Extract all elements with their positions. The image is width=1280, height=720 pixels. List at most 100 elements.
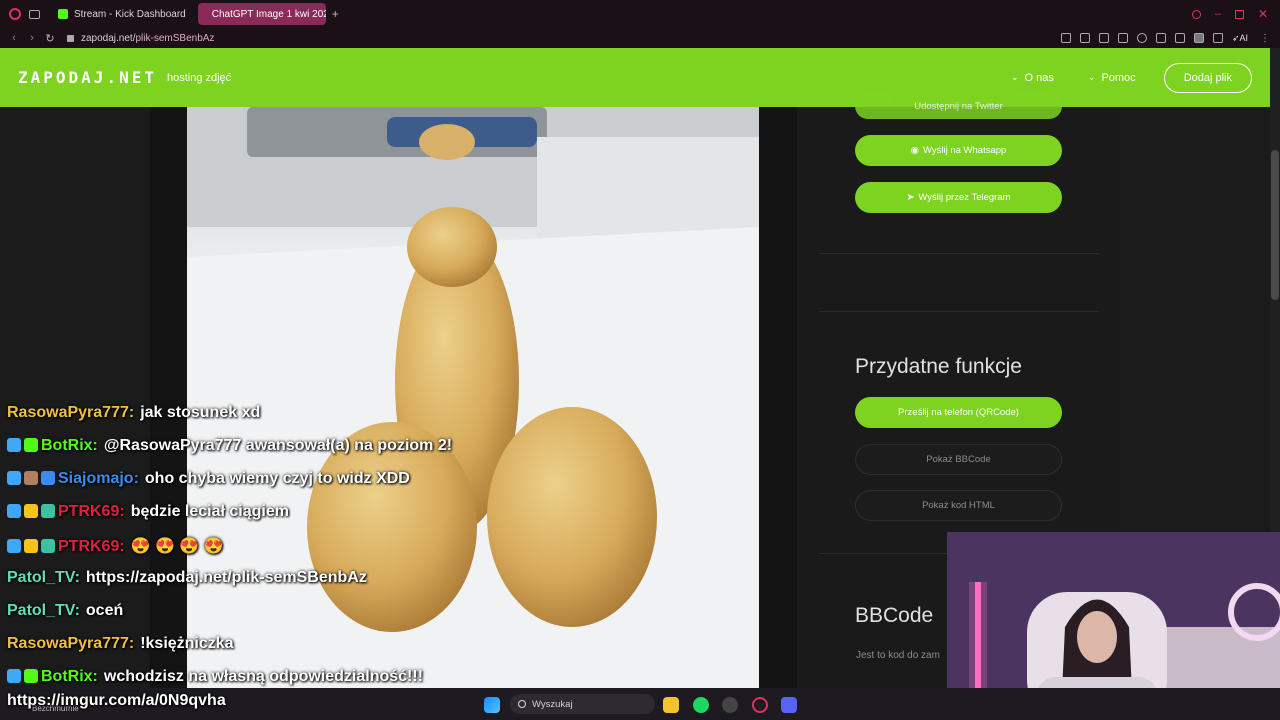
taskbar-search[interactable]: Wyszukaj [510,694,655,714]
chat-message: Patol_TV: https://zapodaj.net/plik-semSBe… [7,569,367,587]
chat-message: RasowaPyra777: jak stosunek xd [7,404,260,422]
kick-favicon-icon [58,9,68,19]
chat-message: BotRix: wchodzisz na własną odpowiedzialn… [7,668,423,686]
crown-badge-icon [24,504,38,518]
close-icon[interactable]: ✕ [1258,7,1268,21]
tab-kick-dashboard[interactable]: Stream - Kick Dashboard [50,3,194,25]
chat-text: wchodzisz na własną odpowiedzialność!!! [103,668,424,685]
reload-icon[interactable]: ↻ [41,32,59,45]
maximize-icon[interactable] [1234,9,1244,19]
telegram-icon: ➤ [906,192,915,203]
chat-text: https://zapodaj.net/plik-semSBenbAz [85,569,367,586]
chat-text: !księżniczka [140,635,234,652]
chat-message: RasowaPyra777: !księżniczka [7,635,234,653]
chat-message: PTRK69: 😍 😍 😍 😍 [7,536,224,556]
uploaded-photo[interactable] [187,107,759,688]
grid-badge-icon [41,539,55,553]
chevron-down-icon: ⌄ [1087,72,1096,82]
windows-start-icon[interactable] [484,697,500,713]
photo-illustration [187,107,759,688]
chat-text: 😍 😍 😍 😍 [130,538,224,555]
minimize-icon[interactable]: – [1215,8,1221,20]
chat-text: @RasowaPyra777 awansował(a) na poziom 2! [103,437,453,454]
share-whatsapp-button[interactable]: ◉ Wyślij na Whatsapp [855,135,1062,166]
nav-help[interactable]: ⌄ Pomoc [1088,72,1136,84]
ai-button[interactable]: ➶AI [1232,33,1248,44]
chat-message: BotRix: @RasowaPyra777 awansował(a) na po… [7,437,452,455]
site-logo[interactable]: ZAPODAJ.NET [18,68,157,87]
chat-text: jak stosunek xd [140,404,261,421]
chat-username: PTRK69: [58,503,125,520]
menu-icon[interactable]: ⋮ [1260,33,1270,44]
tab-label: Stream - Kick Dashboard [74,8,186,20]
browser-logo-icon[interactable] [9,8,21,20]
share-telegram-button[interactable]: ➤ Wyślij przez Telegram [855,182,1062,213]
tab-chatgpt-image[interactable]: ChatGPT Image 1 kwi 202 [197,3,326,25]
url-path: plik-semSBenbAz [135,32,215,44]
figure-badge-icon [24,471,38,485]
crown-badge-icon [24,539,38,553]
download-icon[interactable] [1212,33,1223,43]
sword-badge-icon [7,669,21,683]
chat-username: PTRK69: [58,538,125,555]
chat-username: RasowaPyra777: [7,635,135,652]
nav-label: O nas [1024,71,1054,84]
avatar-icon[interactable] [1193,33,1204,43]
add-file-button[interactable]: Dodaj plik [1163,62,1252,93]
chat-username: Siajomajo: [58,470,139,487]
search-icon [518,700,526,708]
whatsapp-icon: ◉ [910,145,919,156]
obs-icon[interactable] [722,697,738,713]
bbcode-description: Jest to kod do zam [856,650,940,661]
verified-badge-icon [24,438,38,452]
opera-gx-icon[interactable] [752,697,768,713]
divider [819,311,1099,312]
send-qrcode-button[interactable]: Prześlij na telefon (QRCode) [855,397,1062,428]
lock-icon [67,34,74,42]
useful-functions-title: Przydatne funkcje [855,355,1022,378]
nav-about[interactable]: ⌄ O nas [1011,72,1054,84]
file-explorer-icon[interactable] [663,697,679,713]
sword-badge-icon [7,504,21,518]
nav-label: Pomoc [1101,71,1136,84]
back-icon[interactable]: ‹ [5,32,23,44]
chat-username: BotRix: [41,668,98,685]
scrollbar-thumb[interactable] [1271,150,1279,300]
site-tagline: hosting zdjęć [166,71,232,84]
forward-icon[interactable]: › [23,32,41,44]
chat-text: oceń [85,602,124,619]
chat-message: PTRK69: będzie leciał ciągiem [7,503,289,521]
show-html-button[interactable]: Pokaż kod HTML [855,490,1062,521]
new-tab-icon[interactable]: + [332,7,339,21]
divider [819,253,1099,254]
chat-message: Patol_TV: oceń [7,602,123,620]
workspaces-icon[interactable] [29,9,40,19]
sword-badge-icon [7,539,21,553]
tab-label: ChatGPT Image 1 kwi 202 [211,8,326,20]
chat-username: BotRix: [41,437,98,454]
adblock-icon[interactable] [1155,33,1166,43]
share-twitter-button[interactable]: Udostępnij na Twitter [855,93,1062,119]
chevron-down-icon: ⌄ [1010,72,1019,82]
chat-username: Patol_TV: [7,602,80,619]
chat-text: będzie leciał ciągiem [130,503,289,520]
site-header: ZAPODAJ.NET hosting zdjęć ⌄ O nas ⌄ Pomo… [0,48,1270,107]
url-field[interactable]: zapodaj.net/plik-semSBenbAz [81,33,214,44]
chat-message: Siajomajo: oho chyba wiemy czyj to widz X… [7,470,410,488]
chat-text: oho chyba wiemy czyj to widz XDD [144,470,410,487]
play-icon[interactable] [1117,33,1128,43]
discord-icon[interactable] [781,697,797,713]
chat-username: RasowaPyra777: [7,404,135,421]
spotify-icon[interactable] [693,697,709,713]
sword-badge-icon [7,438,21,452]
bbcode-title: BBCode [855,604,934,627]
snapshot-icon[interactable] [1079,33,1090,43]
shield-icon[interactable] [1098,33,1109,43]
extensions-icon[interactable] [1174,33,1185,43]
pin-icon[interactable] [1060,33,1071,43]
search-icon[interactable] [1191,9,1201,19]
address-bar: ‹ › ↻ zapodaj.net/plik-semSBenbAz ➶AI ⋮ [0,28,1280,48]
heart-icon[interactable] [1136,33,1147,43]
show-bbcode-button[interactable]: Pokaż BBCode [855,444,1062,475]
cube-badge-icon [41,471,55,485]
